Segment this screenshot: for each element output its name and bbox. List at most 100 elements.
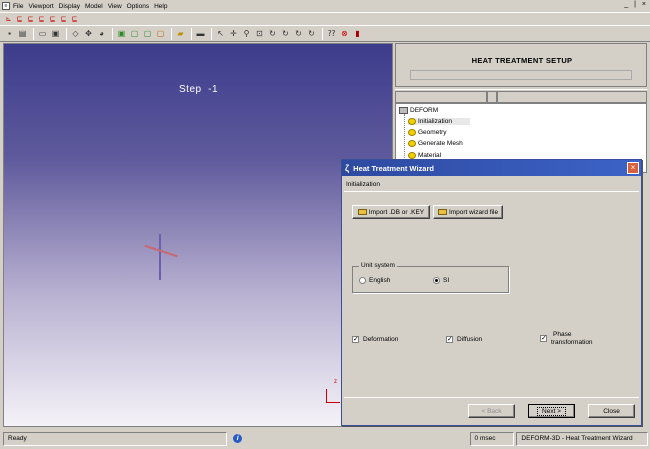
status-spacer [246,432,467,446]
deformation-checkbox[interactable]: ✓ Deformation [352,336,398,343]
panel-tab-1[interactable] [395,91,487,103]
step-indicator: Step -1 [179,84,218,95]
rotate-z-icon[interactable]: ↻ [306,28,317,39]
checkmark-icon: ✓ [352,336,359,343]
select-arrow-icon[interactable]: ↖ [215,28,226,39]
toolbar-views: ⊾ ⊑ ⊑ ⊑ ⊑ ⊑ ⊑ [0,12,650,25]
next-button[interactable]: Next > [528,404,575,418]
wizard-divider [344,191,639,192]
close-button[interactable]: Close [588,404,635,418]
panel-tab-3[interactable] [497,91,647,103]
tree-item-label: Material [418,151,442,159]
panel-divider [395,89,647,90]
zoom-icon[interactable]: ⚲ [241,28,252,39]
view-right-icon[interactable]: ⊑ [48,15,57,24]
toolbar-separator [66,27,67,40]
folder-open-icon [357,209,367,215]
outline-icon[interactable]: ▢ [142,28,153,39]
toolbar-separator [191,27,192,40]
menu-viewport[interactable]: Viewport [28,3,53,10]
unit-system-label: Unit system [359,262,397,269]
image-icon[interactable]: ▣ [50,28,61,39]
panel-tab-2[interactable] [487,91,497,103]
wizard-section-title: Initialization [346,181,380,188]
tree-item-generate-mesh[interactable]: Generate Mesh [408,140,463,147]
tree-item-label: Generate Mesh [418,140,463,147]
tree-item-material[interactable]: Material [408,151,441,159]
tree-item-label: Initialization [418,118,452,125]
initialization-icon [408,118,416,125]
phase-label-line2: transformation [551,339,593,346]
deform-icon [399,107,408,114]
tree-root[interactable]: DEFORM [399,107,438,114]
graphics-viewport[interactable]: Step -1 z [3,43,393,427]
unit-system-group: Unit system English SI [352,262,509,293]
radio-button-icon [359,277,366,284]
back-button[interactable]: < Back [468,404,515,418]
menu-model[interactable]: Model [85,3,103,10]
color-icon[interactable]: ◕ [96,28,107,39]
move-icon[interactable]: ✥ [83,28,94,39]
wizard-footer-divider [344,397,639,398]
toolbar-separator [112,27,113,40]
mesh-icon[interactable]: ◇ [70,28,81,39]
radio-button-selected-icon [433,277,440,284]
menu-help[interactable]: Help [154,3,167,10]
help-pointer-icon[interactable]: ⁇ [326,28,337,39]
rotate-x-icon[interactable]: ↻ [280,28,291,39]
view-top-icon[interactable]: ⊑ [59,15,68,24]
view-front-icon[interactable]: ⊑ [15,15,24,24]
wireframe-icon[interactable]: ▢ [129,28,140,39]
status-module: DEFORM-3D - Heat Treatment Wizard [516,431,649,446]
menu-options[interactable]: Options [127,3,149,10]
screenshot-icon[interactable]: ▭ [37,28,48,39]
status-ready: Ready [3,431,228,446]
app-icon[interactable]: ≡ [2,2,10,10]
rotate-icon[interactable]: ↻ [267,28,278,39]
ruler-icon[interactable]: ▬ [195,28,206,39]
wizard-titlebar[interactable]: ζ Heat Treatment Wizard [342,160,641,176]
import-db-button[interactable]: Import .DB or .KEY [352,205,430,219]
origin-axis-horizontal [144,244,178,258]
phase-transformation-label: Phase transformation [551,331,593,347]
open-folder-icon[interactable]: ▰ [175,28,186,39]
pan-icon[interactable]: ✛ [228,28,239,39]
menu-file[interactable]: File [13,3,23,10]
status-bar: Ready i 0 msec DEFORM-3D - Heat Treatmen… [0,428,650,449]
tree-item-geometry[interactable]: Geometry [408,129,447,136]
import-db-label: Import .DB or .KEY [368,208,425,216]
menu-display[interactable]: Display [59,3,80,10]
zoom-box-icon[interactable]: ⊡ [254,28,265,39]
tree-item-initialization[interactable]: Initialization [408,118,470,125]
view-back-icon[interactable]: ⊑ [26,15,35,24]
mesh-status-icon [408,140,416,147]
toolbar-separator [33,27,34,40]
phase-transformation-checkbox[interactable]: ✓ Phase transformation [540,331,593,347]
print-icon[interactable]: ▤ [17,28,28,39]
status-text: Ready [8,435,27,442]
close-icon[interactable]: × [627,162,639,174]
window-controls[interactable]: _ | × [624,1,648,8]
surface-icon[interactable]: ▢ [155,28,166,39]
unit-si-label: SI [443,277,450,284]
view-bottom-icon[interactable]: ⊑ [70,15,79,24]
back-label: < Back [481,407,502,415]
setup-header: HEAT TREATMENT SETUP [395,43,647,87]
save-icon[interactable]: ▪ [4,28,15,39]
diffusion-checkbox[interactable]: ✓ Diffusion [446,336,482,343]
triad-z-label: z [334,379,337,385]
close-label: Close [603,407,620,415]
rotate-y-icon[interactable]: ↻ [293,28,304,39]
view-triad-icon[interactable]: ⊾ [4,15,13,24]
import-wizard-file-button[interactable]: Import wizard file [433,205,503,219]
deform-logo-icon: ζ [345,163,350,173]
menu-view[interactable]: View [108,3,122,10]
view-left-icon[interactable]: ⊑ [37,15,46,24]
shade-icon[interactable]: ▣ [116,28,127,39]
unit-si-radio[interactable]: SI [433,277,449,284]
exit-icon[interactable]: ▮ [352,28,363,39]
info-icon[interactable]: i [233,434,243,443]
unit-english-radio[interactable]: English [359,277,390,284]
folder-open-icon [437,209,447,215]
stop-icon[interactable]: ⊗ [339,28,350,39]
